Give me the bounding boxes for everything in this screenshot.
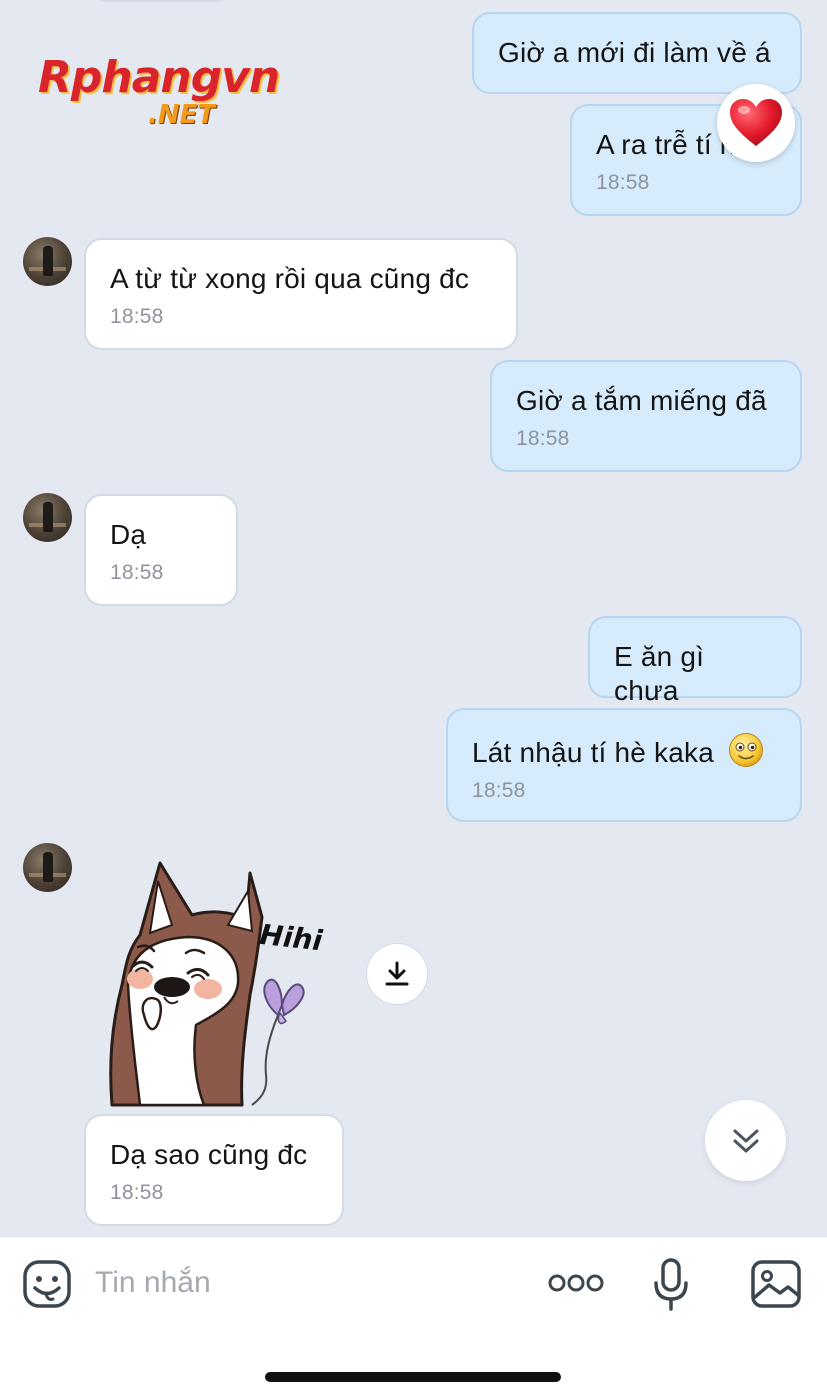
message-text: Lát nhậu tí hè kaka <box>472 737 714 768</box>
message-text: Dạ sao cũng đc <box>110 1139 308 1170</box>
message-text: Dạ <box>110 519 147 550</box>
image-gallery-icon[interactable] <box>750 1259 802 1309</box>
double-chevron-down-icon <box>733 1129 758 1152</box>
logo-sub-text: .NET <box>148 100 216 130</box>
message-text: Giờ a mới đi làm về á <box>498 37 771 68</box>
message-text: Giờ a tắm miếng đã <box>516 385 767 416</box>
message-time: 18:58 <box>472 779 526 802</box>
message-time: 18:58 <box>110 305 164 328</box>
incoming-message[interactable]: Dạ sao cũng đc 18:58 <box>84 1114 344 1226</box>
watermark-logo: Rphangvn .NET <box>38 52 298 132</box>
outgoing-message[interactable]: Lát nhậu tí hè kaka 18:58 <box>446 708 802 822</box>
outgoing-message[interactable]: Giờ a mới đi làm về á <box>472 12 802 94</box>
message-time: 18:58 <box>110 561 164 584</box>
outgoing-message[interactable]: E ăn gì chưa <box>588 616 802 706</box>
husky-sticker[interactable]: Hihi <box>100 855 345 1107</box>
microphone-icon[interactable] <box>652 1257 690 1313</box>
message-time: 18:58 <box>516 427 570 450</box>
outgoing-message[interactable]: Giờ a tắm miếng đã 18:58 <box>490 360 802 472</box>
scroll-to-bottom-button[interactable] <box>705 1100 786 1181</box>
heart-reaction[interactable] <box>717 84 795 162</box>
message-time: 18:58 <box>596 171 650 194</box>
heart-icon <box>730 99 782 146</box>
download-icon <box>385 961 409 986</box>
contact-avatar[interactable] <box>23 843 72 892</box>
incoming-message[interactable]: Dạ 18:58 <box>84 494 238 606</box>
logo-main-text: Rphangvn <box>38 52 280 103</box>
message-time: 18:58 <box>110 1181 164 1204</box>
message-input[interactable] <box>95 1261 515 1305</box>
contact-avatar[interactable] <box>23 237 72 286</box>
message-text: E ăn gì chưa <box>614 641 705 706</box>
home-indicator <box>265 1372 561 1382</box>
smiley-emoji-icon <box>728 733 763 767</box>
previous-message-edge <box>92 0 232 2</box>
more-options-icon[interactable] <box>548 1263 604 1303</box>
incoming-message[interactable]: A từ từ xong rồi qua cũng đc 18:58 <box>84 238 518 350</box>
sticker-text: Hihi <box>258 918 324 957</box>
message-text: A từ từ xong rồi qua cũng đc <box>110 263 470 294</box>
sticker-smile-icon[interactable] <box>22 1259 72 1309</box>
chat-thread[interactable]: Rphangvn .NET Giờ a mới đi làm về á A ra… <box>0 0 827 1236</box>
message-composer <box>0 1236 827 1398</box>
download-button[interactable] <box>366 943 428 1005</box>
contact-avatar[interactable] <box>23 493 72 542</box>
